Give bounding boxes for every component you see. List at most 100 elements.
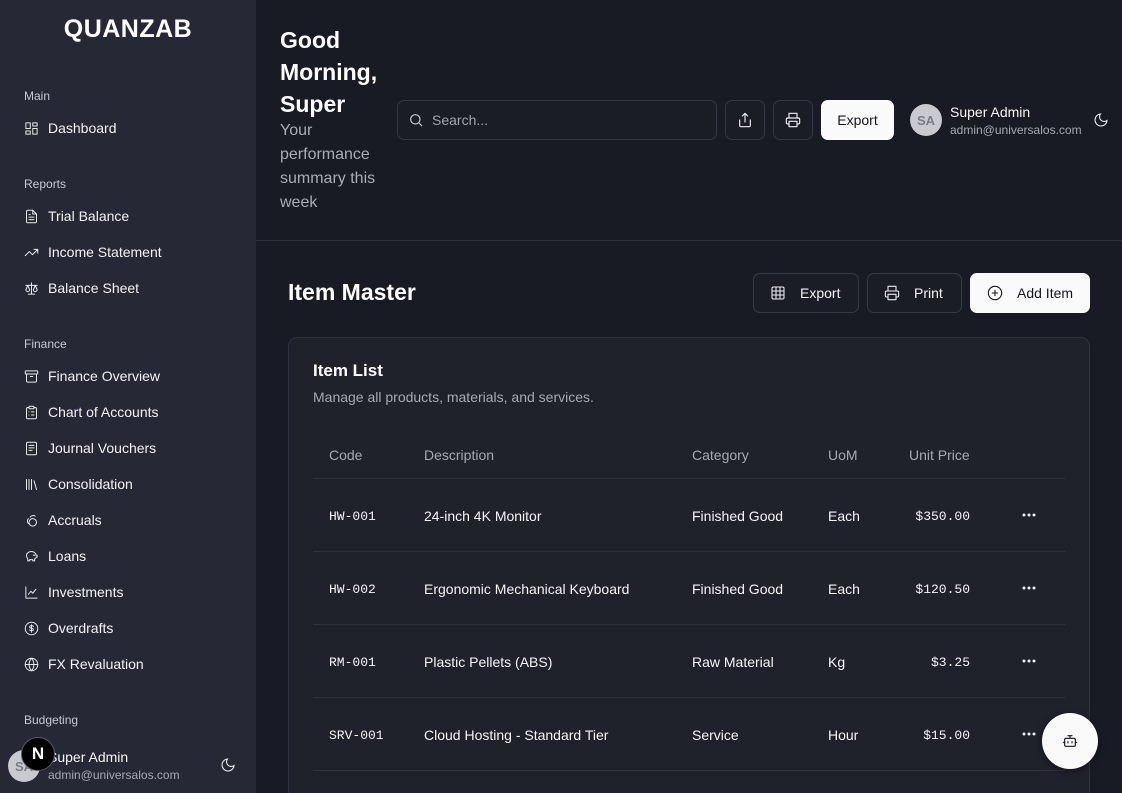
cell-description: Plastic Pellets (ABS) bbox=[424, 654, 553, 670]
sidebar-item-journal-vouchers[interactable]: Journal Vouchers bbox=[24, 437, 156, 459]
sidebar-item-label: Overdrafts bbox=[48, 620, 114, 636]
cell-category: Finished Good bbox=[692, 508, 784, 524]
nav-section-main: Main bbox=[24, 89, 51, 103]
coins-icon bbox=[26, 514, 37, 527]
next-dev-badge[interactable]: N bbox=[21, 737, 55, 771]
table-icon bbox=[771, 286, 785, 300]
layout-dashboard-icon bbox=[25, 121, 38, 135]
sidebar-item-dashboard[interactable]: Dashboard bbox=[24, 117, 117, 139]
sidebar-item-income-statement[interactable]: Income Statement bbox=[24, 241, 162, 263]
table-row[interactable]: HW-001 24-inch 4K Monitor Finished Good … bbox=[313, 478, 1065, 551]
sidebar-item-label: Accruals bbox=[48, 512, 102, 528]
cell-uom: Each bbox=[828, 508, 860, 524]
sidebar-item-consolidation[interactable]: Consolidation bbox=[24, 473, 133, 495]
sidebar-item-loans[interactable]: Loans bbox=[24, 545, 86, 567]
notebook-icon bbox=[26, 441, 37, 455]
sidebar-item-label: Income Statement bbox=[48, 244, 162, 260]
search-box[interactable] bbox=[397, 100, 717, 140]
share-button[interactable] bbox=[725, 100, 765, 140]
printer-icon bbox=[785, 112, 801, 128]
assistant-bot-button[interactable] bbox=[1042, 713, 1098, 769]
add-item-button[interactable]: Add Item bbox=[970, 273, 1090, 313]
sidebar-item-label: Investments bbox=[48, 584, 124, 600]
sidebar-item-label: Finance Overview bbox=[48, 368, 161, 384]
sidebar-item-accruals[interactable]: Accruals bbox=[24, 509, 102, 531]
sidebar-item-label: Journal Vouchers bbox=[48, 440, 157, 456]
cell-code: HW-001 bbox=[329, 509, 376, 524]
line-chart-icon bbox=[25, 585, 38, 599]
cell-uom: Kg bbox=[828, 654, 846, 670]
bot-icon bbox=[1062, 735, 1078, 747]
column-header-description[interactable]: Description bbox=[424, 447, 494, 463]
sidebar: QUANZAB Main Dashboard Reports Trial Bal… bbox=[0, 0, 256, 793]
search-input[interactable] bbox=[432, 112, 692, 128]
cell-code: HW-002 bbox=[329, 582, 376, 597]
scale-icon bbox=[25, 281, 38, 295]
nav-section-budgeting: Budgeting bbox=[24, 713, 79, 727]
search-icon bbox=[410, 114, 423, 127]
sidebar-item-label: Trial Balance bbox=[48, 208, 130, 224]
cell-category: Raw Material bbox=[692, 654, 774, 670]
table-row[interactable]: HW-002 Ergonomic Mechanical Keyboard Fin… bbox=[313, 551, 1065, 624]
row-actions-more-icon[interactable] bbox=[1017, 724, 1041, 744]
share-icon bbox=[739, 112, 751, 128]
table-row[interactable]: RM-001 Plastic Pellets (ABS) Raw Materia… bbox=[313, 624, 1065, 697]
avatar[interactable]: SA bbox=[910, 104, 942, 136]
sidebar-item-trial-balance[interactable]: Trial Balance bbox=[24, 205, 129, 227]
cell-description: 24-inch 4K Monitor bbox=[424, 508, 542, 524]
cell-uom: Each bbox=[828, 581, 860, 597]
column-header-category[interactable]: Category bbox=[692, 447, 749, 463]
table-row bbox=[313, 770, 1065, 780]
theme-toggle-moon-icon[interactable] bbox=[1093, 112, 1109, 128]
cell-category: Finished Good bbox=[692, 581, 784, 597]
user-email: admin@universalos.com bbox=[950, 123, 1082, 137]
brand-logo[interactable]: QUANZAB bbox=[0, 15, 256, 44]
top-header: Good Morning, Super Your performance sum… bbox=[256, 0, 1122, 241]
globe-icon bbox=[24, 657, 39, 671]
print-label: Print bbox=[914, 285, 943, 301]
export-button[interactable]: Export bbox=[753, 273, 859, 313]
sidebar-item-balance-sheet[interactable]: Balance Sheet bbox=[24, 277, 139, 299]
cell-code: RM-001 bbox=[329, 655, 376, 670]
sidebar-item-label: Balance Sheet bbox=[48, 280, 140, 296]
printer-icon bbox=[884, 285, 900, 301]
cell-description: Cloud Hosting - Standard Tier bbox=[424, 727, 609, 743]
column-header-code[interactable]: Code bbox=[329, 447, 362, 463]
sidebar-item-fx-revaluation[interactable]: FX Revaluation bbox=[24, 653, 144, 675]
row-actions-more-icon[interactable] bbox=[1017, 578, 1041, 598]
sidebar-item-overdrafts[interactable]: Overdrafts bbox=[24, 617, 113, 639]
table-row[interactable]: SRV-001 Cloud Hosting - Standard Tier Se… bbox=[313, 697, 1065, 770]
item-list-card: Item List Manage all products, materials… bbox=[288, 337, 1090, 793]
sidebar-item-chart-of-accounts[interactable]: Chart of Accounts bbox=[24, 401, 159, 423]
trending-up-icon bbox=[24, 248, 39, 256]
row-actions-more-icon[interactable] bbox=[1017, 651, 1041, 671]
sidebar-item-label: FX Revaluation bbox=[48, 656, 144, 672]
print-button[interactable]: Print bbox=[867, 273, 962, 313]
export-button-header[interactable]: Export bbox=[821, 100, 894, 140]
user-name: Super Admin bbox=[950, 104, 1031, 120]
column-header-uom[interactable]: UoM bbox=[828, 447, 858, 463]
greeting-subtitle: Your performance summary this week bbox=[280, 122, 376, 211]
theme-toggle-moon-icon[interactable] bbox=[220, 757, 236, 773]
print-button-header[interactable] bbox=[773, 100, 813, 140]
library-icon bbox=[26, 478, 37, 490]
cell-unit-price: $3.25 bbox=[930, 655, 970, 670]
file-text-icon bbox=[26, 209, 37, 223]
export-label: Export bbox=[800, 285, 841, 301]
sidebar-item-finance-overview[interactable]: Finance Overview bbox=[24, 365, 160, 387]
nav-section-finance: Finance bbox=[24, 337, 67, 351]
cell-code: SRV-001 bbox=[329, 728, 384, 743]
cell-unit-price: $120.50 bbox=[915, 582, 970, 597]
clipboard-list-icon bbox=[26, 405, 37, 419]
user-name: Super Admin bbox=[48, 749, 129, 765]
sidebar-item-label: Consolidation bbox=[48, 476, 133, 492]
row-actions-more-icon[interactable] bbox=[1017, 505, 1041, 525]
cell-uom: Hour bbox=[828, 727, 859, 743]
page-title: Item Master bbox=[288, 279, 416, 305]
sidebar-item-label: Dashboard bbox=[48, 120, 117, 136]
cell-description: Ergonomic Mechanical Keyboard bbox=[424, 581, 630, 597]
column-header-unit-price[interactable]: Unit Price bbox=[909, 447, 970, 463]
card-description: Manage all products, materials, and serv… bbox=[313, 389, 594, 405]
cell-unit-price: $350.00 bbox=[915, 509, 970, 524]
sidebar-item-investments[interactable]: Investments bbox=[24, 581, 123, 603]
